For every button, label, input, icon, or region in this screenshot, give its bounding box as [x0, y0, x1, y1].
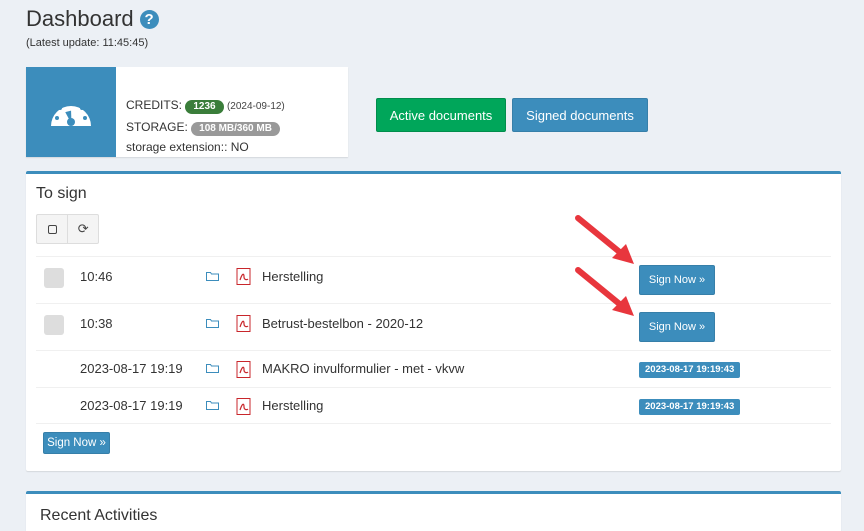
- credits-badge: 1236: [185, 100, 224, 114]
- table-row[interactable]: 2023-08-17 19:19 MAKRO invulformulier - …: [36, 350, 831, 387]
- storage-badge: 108 MB/360 MB: [191, 122, 280, 136]
- signed-date-badge: 2023-08-17 19:19:43: [639, 362, 741, 378]
- page-title: Dashboard ?: [26, 6, 159, 32]
- dashboard-gauge-icon: [26, 67, 116, 157]
- sign-now-button[interactable]: Sign Now »: [639, 265, 715, 295]
- account-info-box: CREDITS: 1236 (2024-09-12) STORAGE: 108 …: [26, 67, 348, 157]
- row-time: 10:46: [80, 269, 113, 284]
- document-name[interactable]: Betrust-bestelbon - 2020-12: [262, 316, 423, 331]
- page-title-text: Dashboard: [26, 6, 134, 31]
- to-sign-panel: To sign ⟳ 10:46 Herstelling Sign Now » 1…: [26, 171, 841, 471]
- credits-date: (2024-09-12): [226, 101, 285, 112]
- storage-label: STORAGE:: [126, 120, 188, 134]
- storage-line: STORAGE: 108 MB/360 MB: [126, 117, 285, 137]
- document-name[interactable]: Herstelling: [262, 398, 323, 413]
- annotation-arrow: [575, 215, 634, 264]
- table-row[interactable]: 10:38 Betrust-bestelbon - 2020-12 Sign N…: [36, 303, 831, 350]
- folder-icon[interactable]: [206, 400, 219, 410]
- refresh-button[interactable]: ⟳: [67, 215, 98, 243]
- recent-activities-title: Recent Activities: [40, 507, 158, 524]
- pdf-icon: [236, 315, 251, 332]
- info-box-content: CREDITS: 1236 (2024-09-12) STORAGE: 108 …: [116, 67, 285, 157]
- credits-line: CREDITS: 1236 (2024-09-12): [126, 95, 285, 117]
- pdf-icon: [236, 361, 251, 378]
- signed-date-badge: 2023-08-17 19:19:43: [639, 399, 741, 415]
- document-name[interactable]: Herstelling: [262, 269, 323, 284]
- refresh-icon: ⟳: [77, 221, 89, 236]
- folder-icon[interactable]: [206, 363, 219, 373]
- row-time: 2023-08-17 19:19: [80, 398, 183, 413]
- select-all-button[interactable]: [37, 215, 67, 243]
- row-checkbox[interactable]: [44, 315, 64, 335]
- annotation-arrow: [575, 267, 634, 316]
- document-name[interactable]: MAKRO invulformulier - met - vkvw: [262, 361, 464, 376]
- bulk-sign-now-button[interactable]: Sign Now »: [43, 432, 110, 454]
- storage-extension: storage extension:: NO: [126, 140, 249, 154]
- folder-icon[interactable]: [206, 318, 219, 328]
- row-checkbox[interactable]: [44, 268, 64, 288]
- folder-icon[interactable]: [206, 271, 219, 281]
- pdf-icon: [236, 268, 251, 285]
- row-time: 10:38: [80, 316, 113, 331]
- help-icon[interactable]: ?: [139, 9, 159, 29]
- last-update: (Latest update: 11:45:45): [26, 37, 149, 49]
- row-time: 2023-08-17 19:19: [80, 361, 183, 376]
- to-sign-title: To sign: [36, 185, 87, 202]
- square-icon: [47, 224, 57, 234]
- active-documents-button[interactable]: Active documents: [376, 98, 506, 132]
- table-row[interactable]: 10:46 Herstelling Sign Now »: [36, 256, 831, 303]
- sign-now-button[interactable]: Sign Now »: [639, 312, 715, 342]
- signed-documents-button[interactable]: Signed documents: [512, 98, 648, 132]
- toolbar: ⟳: [36, 214, 99, 244]
- table-row[interactable]: 2023-08-17 19:19 Herstelling 2023-08-17 …: [36, 387, 831, 424]
- pdf-icon: [236, 398, 251, 415]
- credits-label: CREDITS:: [126, 98, 183, 112]
- recent-activities-panel: Recent Activities: [26, 491, 841, 531]
